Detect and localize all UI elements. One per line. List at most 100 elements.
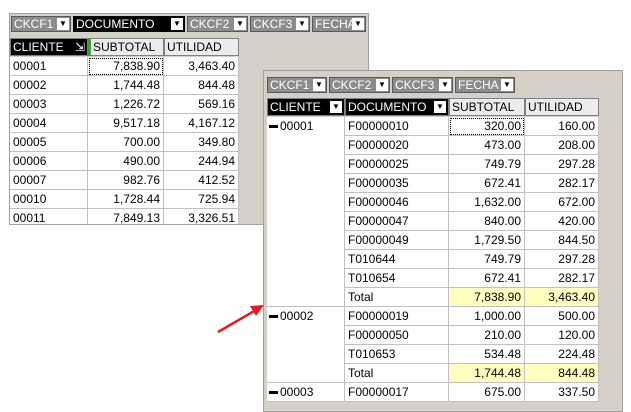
- subtotal-cell[interactable]: 982.76: [88, 171, 164, 190]
- utilidad-cell[interactable]: 244.94: [164, 152, 239, 171]
- documento-cell[interactable]: F00000017: [345, 383, 449, 402]
- subtotal-cell[interactable]: 749.79: [449, 155, 525, 174]
- utilidad-cell[interactable]: 4,167.12: [164, 114, 239, 133]
- subtotal-cell[interactable]: 7,838.90: [449, 288, 525, 307]
- utilidad-cell[interactable]: 3,463.40: [164, 57, 239, 76]
- total-label-cell[interactable]: Total: [345, 364, 449, 383]
- dropdown-arrow-icon[interactable]: ▼: [171, 18, 183, 30]
- dropdown-arrow-icon[interactable]: ▼: [57, 18, 69, 30]
- utilidad-cell[interactable]: 844.50: [525, 231, 599, 250]
- dropdown-arrow-icon[interactable]: ▼: [296, 18, 308, 30]
- subtotal-cell[interactable]: 210.00: [449, 326, 525, 345]
- dropdown-arrow-icon[interactable]: ▼: [501, 79, 513, 91]
- total-label-cell[interactable]: Total: [345, 288, 449, 307]
- header-cliente[interactable]: CLIENTE ⇲: [10, 38, 88, 56]
- cliente-cell[interactable]: 00003: [10, 95, 88, 114]
- documento-cell[interactable]: F00000025: [345, 155, 449, 174]
- collapse-icon[interactable]: [269, 122, 278, 132]
- utilidad-cell[interactable]: 160.00: [525, 117, 599, 136]
- field-button-fecha[interactable]: FECHA ▼: [312, 16, 366, 32]
- cliente-cell[interactable]: 00006: [10, 152, 88, 171]
- dropdown-arrow-icon[interactable]: ▼: [234, 18, 246, 30]
- subtotal-cell[interactable]: 1,728.44: [88, 190, 164, 209]
- utilidad-cell[interactable]: 282.17: [525, 174, 599, 193]
- utilidad-cell[interactable]: 500.00: [525, 307, 599, 326]
- documento-cell[interactable]: F00000019: [345, 307, 449, 326]
- field-button-ckcf3[interactable]: CKCF3 ▼: [250, 16, 310, 32]
- documento-cell[interactable]: F00000020: [345, 136, 449, 155]
- utilidad-cell[interactable]: 337.50: [525, 383, 599, 402]
- utilidad-cell[interactable]: 282.17: [525, 269, 599, 288]
- subtotal-cell[interactable]: 1,744.48: [449, 364, 525, 383]
- utilidad-cell[interactable]: 3,463.40: [525, 288, 599, 307]
- cliente-cell[interactable]: 00001: [10, 57, 88, 76]
- header-cliente[interactable]: CLIENTE ▼: [267, 98, 345, 116]
- documento-cell[interactable]: T010644: [345, 250, 449, 269]
- dropdown-arrow-icon[interactable]: ▼: [352, 18, 364, 30]
- header-subtotal[interactable]: SUBTOTAL: [90, 38, 164, 56]
- dropdown-arrow-icon[interactable]: ▼: [330, 101, 342, 113]
- header-documento[interactable]: DOCUMENTO ▼: [345, 98, 449, 116]
- subtotal-cell[interactable]: 1,744.48: [88, 76, 164, 95]
- cliente-cell[interactable]: 00007: [10, 171, 88, 190]
- dropdown-arrow-icon[interactable]: ▼: [434, 101, 446, 113]
- documento-cell[interactable]: F00000050: [345, 326, 449, 345]
- collapse-icon[interactable]: [269, 312, 278, 322]
- dropdown-arrow-icon[interactable]: ▼: [439, 79, 451, 91]
- subtotal-cell[interactable]: 1,632.00: [449, 193, 525, 212]
- utilidad-cell[interactable]: 412.52: [164, 171, 239, 190]
- cliente-cell[interactable]: 00004: [10, 114, 88, 133]
- header-utilidad[interactable]: UTILIDAD: [525, 98, 599, 116]
- subtotal-cell[interactable]: 490.00: [88, 152, 164, 171]
- utilidad-cell[interactable]: 349.80: [164, 133, 239, 152]
- documento-cell[interactable]: T010653: [345, 345, 449, 364]
- utilidad-cell[interactable]: 844.48: [164, 76, 239, 95]
- cliente-cell[interactable]: 00005: [10, 133, 88, 152]
- documento-cell[interactable]: F00000046: [345, 193, 449, 212]
- subtotal-cell[interactable]: 672.41: [449, 269, 525, 288]
- field-button-ckcf3[interactable]: CKCF3 ▼: [392, 77, 453, 93]
- group-cliente-cell[interactable]: 00003: [267, 383, 345, 402]
- dropdown-arrow-icon[interactable]: ▼: [376, 79, 388, 91]
- utilidad-cell[interactable]: 120.00: [525, 326, 599, 345]
- collapse-icon[interactable]: [269, 388, 278, 398]
- subtotal-cell[interactable]: 534.48: [449, 345, 525, 364]
- subtotal-cell[interactable]: 1,729.50: [449, 231, 525, 250]
- utilidad-cell[interactable]: 297.28: [525, 250, 599, 269]
- utilidad-cell[interactable]: 420.00: [525, 212, 599, 231]
- group-cliente-cell[interactable]: 00002: [267, 307, 345, 383]
- utilidad-cell[interactable]: 297.28: [525, 155, 599, 174]
- cliente-cell[interactable]: 00010: [10, 190, 88, 209]
- header-utilidad[interactable]: UTILIDAD: [164, 38, 239, 56]
- subtotal-cell[interactable]: 1,226.72: [88, 95, 164, 114]
- utilidad-cell[interactable]: 725.94: [164, 190, 239, 209]
- header-subtotal[interactable]: SUBTOTAL: [449, 98, 525, 116]
- sort-icon[interactable]: ⇲: [75, 39, 85, 55]
- utilidad-cell[interactable]: 844.48: [525, 364, 599, 383]
- utilidad-cell[interactable]: 224.48: [525, 345, 599, 364]
- field-button-ckcf2[interactable]: CKCF2 ▼: [329, 77, 390, 93]
- subtotal-cell[interactable]: 840.00: [449, 212, 525, 231]
- documento-cell[interactable]: F00000035: [345, 174, 449, 193]
- documento-cell[interactable]: F00000010: [345, 117, 449, 136]
- subtotal-cell[interactable]: 700.00: [88, 133, 164, 152]
- subtotal-cell[interactable]: 675.00: [449, 383, 525, 402]
- utilidad-cell[interactable]: 672.00: [525, 193, 599, 212]
- utilidad-cell[interactable]: 569.16: [164, 95, 239, 114]
- subtotal-cell[interactable]: 7,849.13: [88, 209, 164, 224]
- subtotal-cell[interactable]: 1,000.00: [449, 307, 525, 326]
- dropdown-arrow-icon[interactable]: ▼: [313, 79, 325, 91]
- field-button-ckcf1[interactable]: CKCF1 ▼: [11, 16, 71, 32]
- subtotal-cell[interactable]: 672.41: [449, 174, 525, 193]
- subtotal-cell[interactable]: 320.00: [449, 117, 525, 136]
- subtotal-cell[interactable]: 9,517.18: [88, 114, 164, 133]
- documento-cell[interactable]: T010654: [345, 269, 449, 288]
- documento-cell[interactable]: F00000049: [345, 231, 449, 250]
- field-button-documento[interactable]: DOCUMENTO ▼: [73, 16, 185, 32]
- field-button-fecha[interactable]: FECHA ▼: [455, 77, 515, 93]
- field-button-ckcf2[interactable]: CKCF2 ▼: [187, 16, 248, 32]
- subtotal-cell[interactable]: 749.79: [449, 250, 525, 269]
- subtotal-cell[interactable]: 473.00: [449, 136, 525, 155]
- utilidad-cell[interactable]: 3,326.51: [164, 209, 239, 224]
- field-button-ckcf1[interactable]: CKCF1 ▼: [267, 77, 327, 93]
